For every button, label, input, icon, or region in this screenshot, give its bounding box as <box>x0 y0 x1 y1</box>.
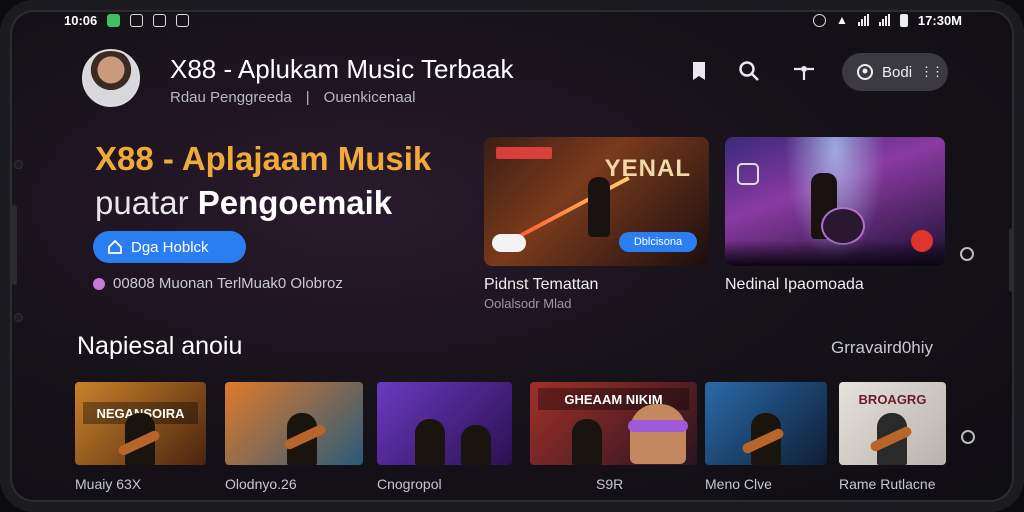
hero-meta: 00808 Muonan TerlMuak0 Olobroz <box>93 275 343 292</box>
thumb-banner: BROAGRG <box>858 391 927 407</box>
pager-dot-icon[interactable] <box>961 430 975 444</box>
light-beam <box>513 176 630 241</box>
status-bar: 10:06 ▲ 17:30M <box>64 8 962 32</box>
volume-button <box>12 205 17 285</box>
artist-figure <box>572 419 602 465</box>
app-notification-icon <box>130 13 144 27</box>
power-button <box>1009 228 1014 292</box>
thumb-label: Cnogropol <box>377 476 442 492</box>
app-subtitle: Rdau Penggreeda | Ouenkicenaal <box>170 89 415 106</box>
status-clock: 17:30M <box>917 12 962 28</box>
sensor-dot <box>14 160 23 169</box>
featured-chip[interactable]: Dblcisona <box>619 232 697 252</box>
section-title: Napiesal anoiu <box>77 332 243 360</box>
album-thumbnail[interactable]: GHEAAM NIKIM <box>530 382 697 465</box>
hero-subtitle: puatar Pengoemaik <box>95 184 392 222</box>
featured-card[interactable] <box>725 137 945 266</box>
album-thumbnail[interactable]: NEGANSOIRA <box>75 382 206 465</box>
account-pill-button[interactable]: Bodi ⋮⋮ <box>842 53 948 91</box>
music-icon <box>93 277 105 290</box>
grid-icon: ⋮⋮ <box>920 64 944 79</box>
album-thumbnail[interactable] <box>225 382 363 465</box>
subtitle-right[interactable]: Ouenkicenaal <box>324 89 416 106</box>
thumb-label: Muaiy 63X <box>75 476 142 492</box>
search-icon[interactable] <box>736 58 762 84</box>
featured-title: Pidnst Temattan <box>484 276 599 293</box>
hero-subtitle-b: Pengoemaik <box>197 184 393 221</box>
image-notification-icon <box>153 13 167 27</box>
hero-meta-text: 00808 Muonan TerlMuak0 Olobroz <box>113 275 343 292</box>
status-time: 10:06 <box>64 12 98 28</box>
signal-icon-2 <box>878 14 890 26</box>
bookmark-icon[interactable] <box>686 58 712 84</box>
pager-dot-icon[interactable] <box>960 247 974 261</box>
subtitle-left[interactable]: Rdau Penggreeda <box>170 89 292 106</box>
app-title: X88 - Aplukam Music Terbaak <box>170 54 514 84</box>
signal-icon <box>857 14 869 26</box>
thumb-label: Meno Clve <box>705 476 772 492</box>
album-thumbnail[interactable]: BROAGRG <box>839 382 946 465</box>
sensor-dot <box>14 313 23 322</box>
wifi-icon: ▲ <box>836 13 848 27</box>
cta-label: Dga Hoblck <box>131 238 209 256</box>
profile-icon <box>857 64 873 80</box>
performer-figure <box>588 177 610 237</box>
hero-cta-button[interactable]: Dga Hoblck <box>93 231 246 263</box>
poster-text: YENAL <box>604 155 691 182</box>
app-badge-icon <box>737 163 759 185</box>
featured-subtitle: Oolalsodr Mlad <box>484 296 572 311</box>
hero-title: X88 - Aplajaam Musik <box>95 140 432 177</box>
poster-logo <box>496 147 552 159</box>
artist-figure <box>461 425 491 465</box>
see-all-link[interactable]: Grravaird0hiy <box>831 338 933 358</box>
featured-title: Nedinal Ipaomoada <box>725 276 864 293</box>
sunglasses-face <box>630 404 686 464</box>
cast-icon[interactable] <box>791 58 817 84</box>
subtitle-separator: | <box>305 89 310 106</box>
artist-figure <box>415 419 445 465</box>
phone-screen: 10:06 ▲ 17:30M X88 - Aplukam Music Terba… <box>0 0 1024 512</box>
avatar[interactable] <box>82 49 140 107</box>
alarm-icon <box>813 13 827 27</box>
thumb-label: Rame Rutlacne <box>839 476 936 492</box>
play-badge <box>492 234 526 252</box>
album-thumbnail[interactable] <box>377 382 512 465</box>
record-icon[interactable] <box>911 230 933 252</box>
sunglasses <box>628 420 688 432</box>
hero-subtitle-a: puatar <box>95 184 198 221</box>
battery-icon <box>899 13 908 27</box>
home-icon <box>108 239 122 254</box>
shield-icon <box>176 13 190 27</box>
notification-icon <box>107 13 121 27</box>
featured-card[interactable]: YENAL Dblcisona <box>484 137 709 266</box>
album-thumbnail[interactable] <box>705 382 827 465</box>
pill-label: Bodi <box>882 63 913 81</box>
thumb-label: S9R <box>596 476 624 492</box>
thumb-label: Olodnyo.26 <box>225 476 297 492</box>
